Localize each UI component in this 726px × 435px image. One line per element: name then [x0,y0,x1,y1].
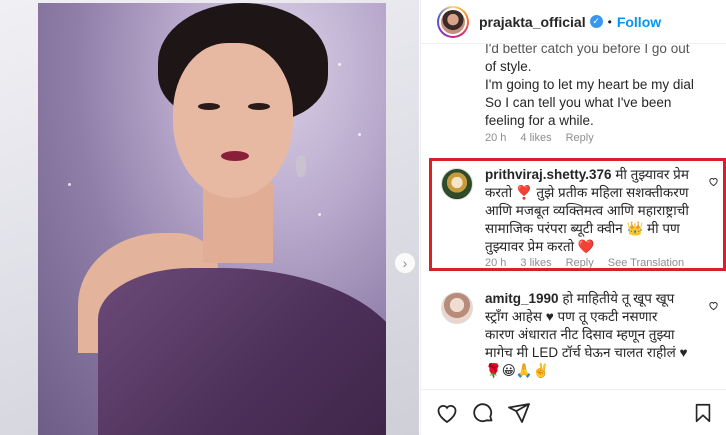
figure-eye [198,103,220,110]
share-button[interactable] [507,401,531,425]
comment-meta: 20 h 4 likes Reply [485,132,594,144]
heart-icon[interactable] [708,300,719,314]
comment-icon [473,402,493,422]
commenter-avatar[interactable] [441,292,473,324]
comment-line: तुझ्यावर प्रेम करतो ❤️ [485,239,595,254]
comment-time: 20 h [485,257,507,269]
bookmark-icon [695,403,711,423]
verified-badge-icon: ✓ [589,15,603,28]
share-icon [508,402,530,423]
comment-time: 20 h [485,132,507,144]
commenter-username[interactable]: prithviraj.shetty.376 [485,167,612,182]
post-username[interactable]: prajakta_official [479,14,586,30]
avatar-image [439,7,467,36]
comment-meta: 20 h 3 likes Reply See Translation [485,257,684,269]
separator-dot: • [607,14,612,29]
comment-button[interactable] [471,401,495,425]
reply-button[interactable]: Reply [566,132,594,144]
figure-lips [221,151,249,161]
comments-list: I'd better catch you before I go out of … [421,44,726,389]
comment-line: कारण अंधारात नीट दिसाव म्हणून तुझ्या [485,327,675,342]
comment-text: prithviraj.shetty.376 मी तुझ्यावर प्रेम … [485,166,715,256]
comment-first-text: मी तुझ्यावर प्रेम [615,167,689,182]
post-header: prajakta_official ✓ • Follow [421,0,726,44]
commenter-avatar[interactable] [441,168,473,200]
like-button[interactable] [435,401,459,425]
sparkle [338,63,341,66]
comment-likes[interactable]: 4 likes [520,132,551,144]
comment-line: So I can tell you what I've been [485,95,672,110]
sparkle [318,213,321,216]
commenter-username[interactable]: amitg_1990 [485,291,559,306]
avatar[interactable] [437,5,469,38]
comment-line: मागेच मी LED टॉर्च घेऊन चालत राहीलं ♥ [485,345,688,360]
comment-line: prithviraj.shetty.376 मी तुझ्यावर प्रेम [485,166,715,184]
comment-likes[interactable]: 3 likes [520,257,551,269]
comment-text: amitg_1990 हो माहितीये तू खूप खूप स्ट्रॉ… [485,290,715,380]
comment-line: I'm going to let my heart be my dial [485,77,694,92]
save-button[interactable] [691,401,715,425]
comment-text: I'd better catch you before I go out of … [485,44,715,130]
earring [296,155,306,177]
heart-icon [437,404,457,423]
reply-button[interactable]: Reply [566,257,594,269]
action-bar [421,389,726,435]
figure-eye [248,103,270,110]
see-translation-button[interactable]: See Translation [608,257,684,269]
post-image[interactable] [38,3,386,435]
comment-line: स्ट्रॉंग आहेस ♥ पण तू एकटी नसणार [485,309,658,324]
comment-line: सामाजिक परंपरा ब्यूटी क्वीन 👑 मी पण [485,221,680,236]
sparkle [358,133,361,136]
follow-button[interactable]: Follow [617,14,661,30]
comment-line: amitg_1990 हो माहितीये तू खूप खूप [485,290,715,308]
carousel-next-button[interactable]: › [394,252,416,274]
comment-line: I'd better catch you before I go out [485,44,690,56]
comment-line: करतो ❣️ तुझे प्रतीक महिला सशक्तीकरण [485,185,689,200]
sparkle [68,183,71,186]
comment-line: feeling for a while. [485,113,594,128]
comment-first-text: हो माहितीये तू खूप खूप [562,291,675,306]
comment-line: of style. [485,59,532,74]
post-sidebar: prajakta_official ✓ • Follow I'd better … [420,0,726,435]
post-photo-area: › [0,0,419,435]
heart-icon[interactable] [708,176,719,190]
comment-line: आणि मजबूत व्यक्तिमत्व आणि महाराष्ट्राची [485,203,689,218]
figure-face [173,43,293,198]
comment-line: 🌹😀🙏✌️ [485,363,550,378]
chevron-right-icon: › [402,255,408,271]
figure-dress [98,268,386,435]
